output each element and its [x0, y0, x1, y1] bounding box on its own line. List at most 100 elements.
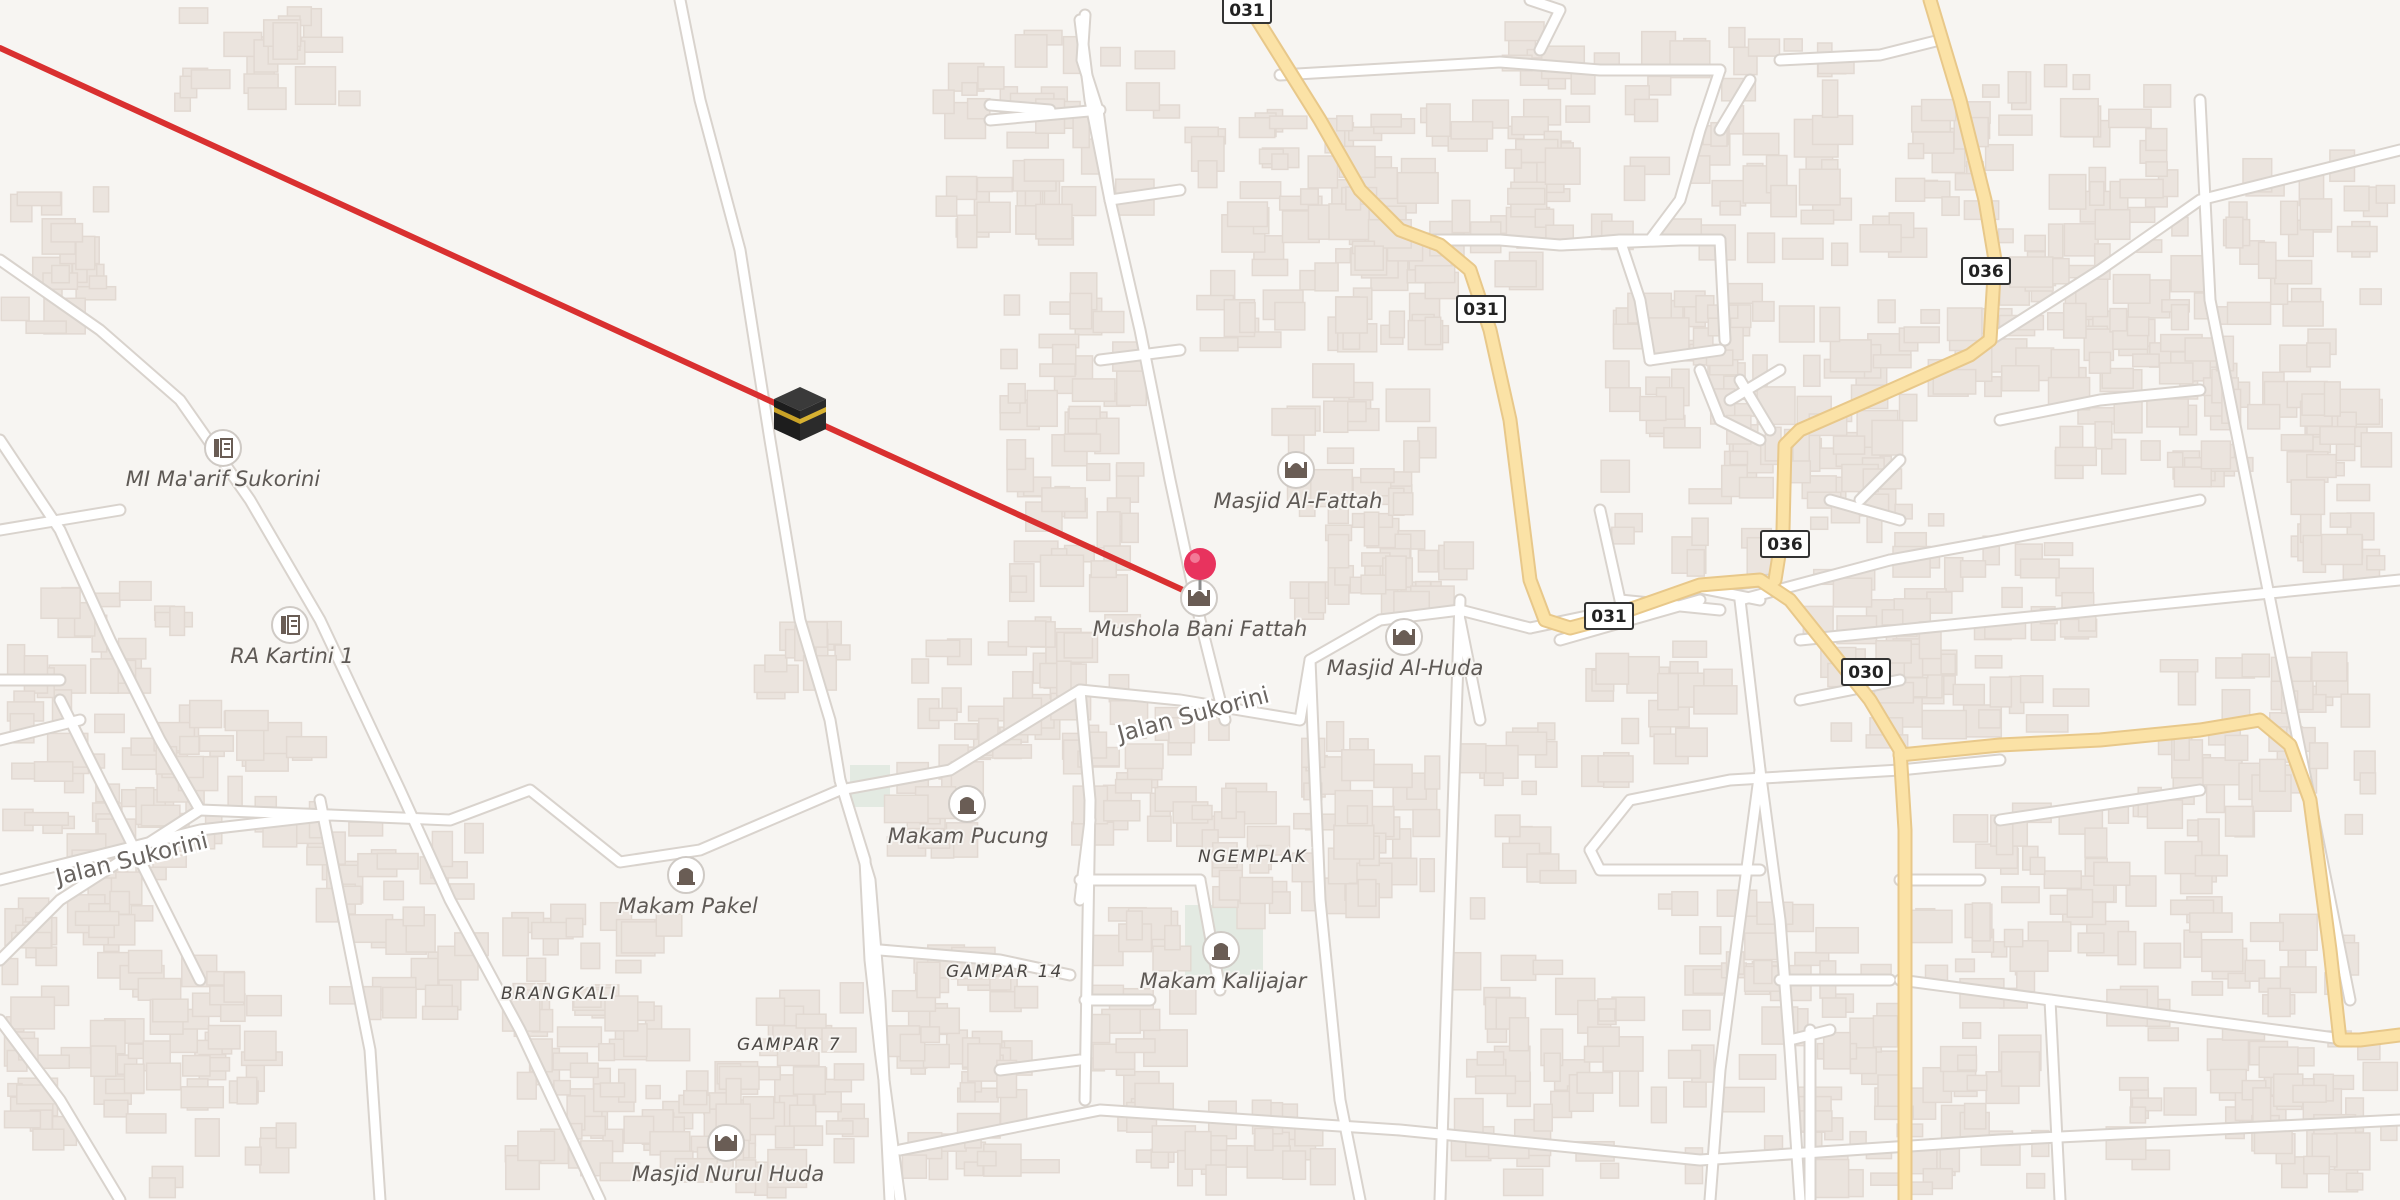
building	[1370, 805, 1395, 838]
building	[2000, 1051, 2041, 1087]
building	[1747, 38, 1781, 57]
building	[2336, 225, 2378, 253]
building	[1802, 354, 1821, 387]
building	[2146, 799, 2184, 830]
building	[2072, 73, 2091, 91]
building	[1346, 805, 1369, 825]
building	[1770, 184, 1798, 218]
building	[2093, 861, 2131, 886]
building	[181, 1054, 211, 1077]
building	[1184, 1130, 1212, 1170]
building	[1451, 951, 1482, 991]
building	[1312, 363, 1355, 399]
building	[2117, 930, 2137, 966]
building	[1254, 1127, 1274, 1152]
building	[32, 1128, 65, 1151]
building	[1063, 632, 1094, 659]
building	[2279, 200, 2299, 236]
building	[1921, 180, 1951, 199]
area-label-brangkali: BRANGKALI	[501, 984, 617, 1004]
building	[1327, 533, 1350, 569]
building	[1120, 512, 1139, 544]
building	[383, 880, 405, 901]
building	[1469, 897, 1486, 920]
building	[1877, 299, 1896, 324]
building	[1333, 824, 1375, 860]
building	[421, 1005, 459, 1021]
building	[1307, 581, 1327, 614]
building	[35, 946, 58, 967]
building	[1218, 869, 1243, 901]
building	[1962, 1021, 1982, 1040]
building	[243, 1030, 277, 1062]
building	[1981, 84, 2000, 98]
building	[1921, 709, 1968, 740]
building	[1822, 1031, 1851, 1070]
building	[2063, 223, 2099, 257]
building	[1550, 1090, 1573, 1119]
building	[1323, 400, 1349, 434]
building	[615, 959, 642, 974]
building	[1672, 640, 1708, 658]
building	[1039, 363, 1076, 378]
building	[1417, 426, 1437, 459]
building	[1746, 232, 1776, 264]
building	[2359, 772, 2377, 795]
building	[1971, 902, 1991, 942]
building	[1063, 433, 1102, 453]
building	[1414, 264, 1456, 284]
building	[190, 69, 231, 90]
building	[2129, 1106, 2147, 1124]
building	[1721, 1086, 1766, 1113]
building	[50, 222, 84, 243]
building	[1115, 1038, 1156, 1054]
building	[1719, 200, 1742, 216]
building	[180, 1086, 225, 1109]
building	[1829, 339, 1872, 373]
building	[2306, 342, 2331, 368]
route-shield: 031	[1222, 0, 1272, 24]
building	[285, 735, 328, 759]
building	[272, 22, 299, 60]
building	[2001, 586, 2023, 609]
building	[2019, 558, 2060, 579]
building	[1941, 196, 1960, 217]
building	[2280, 433, 2314, 452]
building	[1894, 531, 1928, 549]
building	[580, 942, 601, 970]
building	[169, 605, 186, 637]
map-canvas[interactable]: Jalan Sukorini Jalan Sukorini NGEMPLAK B…	[0, 0, 2400, 1200]
building	[833, 1063, 865, 1081]
building	[1103, 799, 1141, 822]
building	[2225, 216, 2244, 249]
building	[1894, 177, 1926, 202]
building	[2323, 381, 2341, 417]
building	[1657, 672, 1679, 711]
building	[1830, 722, 1853, 742]
building	[92, 186, 110, 213]
building	[89, 658, 119, 694]
building	[2108, 108, 2152, 129]
building	[2159, 659, 2199, 673]
building	[1500, 954, 1537, 982]
building	[774, 1125, 795, 1149]
building	[1068, 405, 1101, 420]
building	[1476, 1051, 1505, 1066]
building	[2279, 913, 2318, 951]
building	[348, 821, 384, 837]
building	[925, 639, 961, 658]
building	[2043, 542, 2074, 557]
building	[1035, 203, 1073, 240]
building	[1357, 878, 1377, 907]
building	[1729, 450, 1749, 466]
building	[1325, 720, 1345, 752]
building	[1959, 560, 1987, 578]
building	[2202, 757, 2243, 786]
building	[2299, 198, 2333, 231]
building	[151, 998, 189, 1023]
building	[683, 1089, 708, 1106]
building	[1314, 262, 1339, 292]
building	[1226, 201, 1269, 228]
poi-label: Makam Kalijajar	[1140, 969, 1308, 993]
building	[1450, 120, 1494, 140]
